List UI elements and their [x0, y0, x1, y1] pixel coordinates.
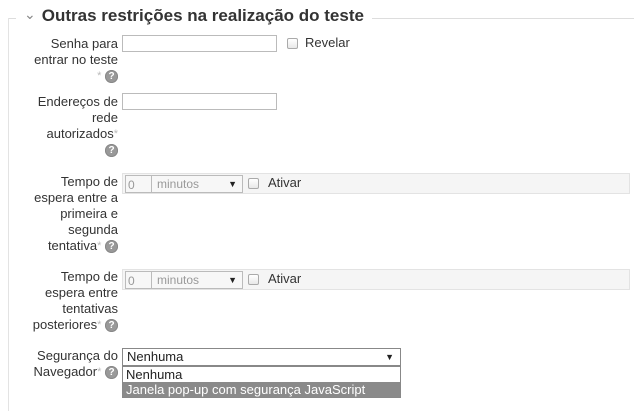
dropdown-arrow-icon: ▼: [385, 352, 394, 362]
network-label: Endereços de rede autorizados* ?: [38, 94, 118, 158]
dropdown-arrow-icon: ▼: [228, 275, 237, 285]
section-header[interactable]: ⌄ Outras restrições na realização do test…: [16, 6, 372, 26]
required-mark: *: [113, 128, 118, 140]
delay2-number-input[interactable]: 0: [125, 271, 153, 289]
reveal-checkbox[interactable]: [287, 38, 298, 49]
required-mark: *: [97, 319, 102, 331]
browser-security-dropdown: Nenhuma Janela pop-up com segurança Java…: [122, 366, 401, 398]
network-label-line: autorizados: [46, 126, 114, 141]
required-mark: *: [97, 366, 102, 378]
browser-security-label: Segurança do Navegador* ?: [33, 348, 118, 380]
password-input[interactable]: [122, 35, 277, 52]
delay2-label-line: tentativas: [62, 301, 118, 316]
required-mark: *: [97, 240, 102, 252]
help-icon[interactable]: ?: [105, 240, 118, 254]
delay1-label-line: segunda: [68, 222, 118, 237]
delay1-label-line: tentativa: [47, 238, 98, 253]
delay1-label: Tempo de espera entre a primeira e segun…: [34, 174, 118, 254]
delay2-label-line: Tempo de: [60, 269, 118, 284]
delay2-enable-checkbox[interactable]: [248, 274, 259, 285]
delay2-unit-value: minutos: [157, 273, 200, 287]
delay1-enable-label: Ativar: [268, 175, 302, 190]
required-mark: *: [97, 70, 102, 82]
help-icon[interactable]: ?: [105, 366, 118, 380]
delay1-unit-select[interactable]: minutos ▼: [151, 175, 243, 193]
chevron-down-icon[interactable]: ⌄: [24, 6, 36, 22]
delay2-enable-label: Ativar: [268, 271, 302, 286]
fieldset-border-left: [8, 18, 9, 411]
delay2-label-line: espera entre: [45, 285, 118, 300]
password-label: Senha para entrar no teste * ?: [34, 36, 118, 84]
help-icon[interactable]: ?: [105, 70, 118, 84]
section-title: Outras restrições na realização do teste: [41, 6, 364, 25]
browser-security-select[interactable]: Nenhuma ▼: [122, 348, 401, 366]
reveal-label: Revelar: [305, 35, 350, 50]
browser-security-label-line: Segurança do: [37, 348, 118, 363]
dropdown-option-highlighted[interactable]: Janela pop-up com segurança JavaScript: [123, 382, 400, 397]
browser-security-selected-value: Nenhuma: [127, 349, 184, 364]
delay2-label-line: posteriores: [32, 317, 98, 332]
delay1-label-line: primeira e: [60, 206, 118, 221]
delay1-number-input[interactable]: 0: [125, 175, 153, 193]
delay1-label-line: espera entre a: [34, 190, 118, 205]
help-icon[interactable]: ?: [105, 319, 118, 333]
delay1-label-line: Tempo de: [60, 174, 118, 189]
delay2-unit-select[interactable]: minutos ▼: [151, 271, 243, 289]
dropdown-option[interactable]: Nenhuma: [123, 367, 400, 382]
help-icon[interactable]: ?: [105, 144, 118, 158]
dropdown-arrow-icon: ▼: [228, 179, 237, 189]
network-input[interactable]: [122, 93, 277, 110]
delay1-unit-value: minutos: [157, 177, 200, 191]
browser-security-label-line: Navegador: [33, 364, 98, 379]
network-label-line: Endereços de: [37, 94, 118, 109]
delay2-label: Tempo de espera entre tentativas posteri…: [33, 269, 118, 333]
password-label-line: Senha para: [50, 36, 118, 51]
delay1-enable-checkbox[interactable]: [248, 178, 259, 189]
password-label-line: entrar no teste: [34, 52, 118, 67]
network-label-line: rede: [91, 110, 118, 125]
